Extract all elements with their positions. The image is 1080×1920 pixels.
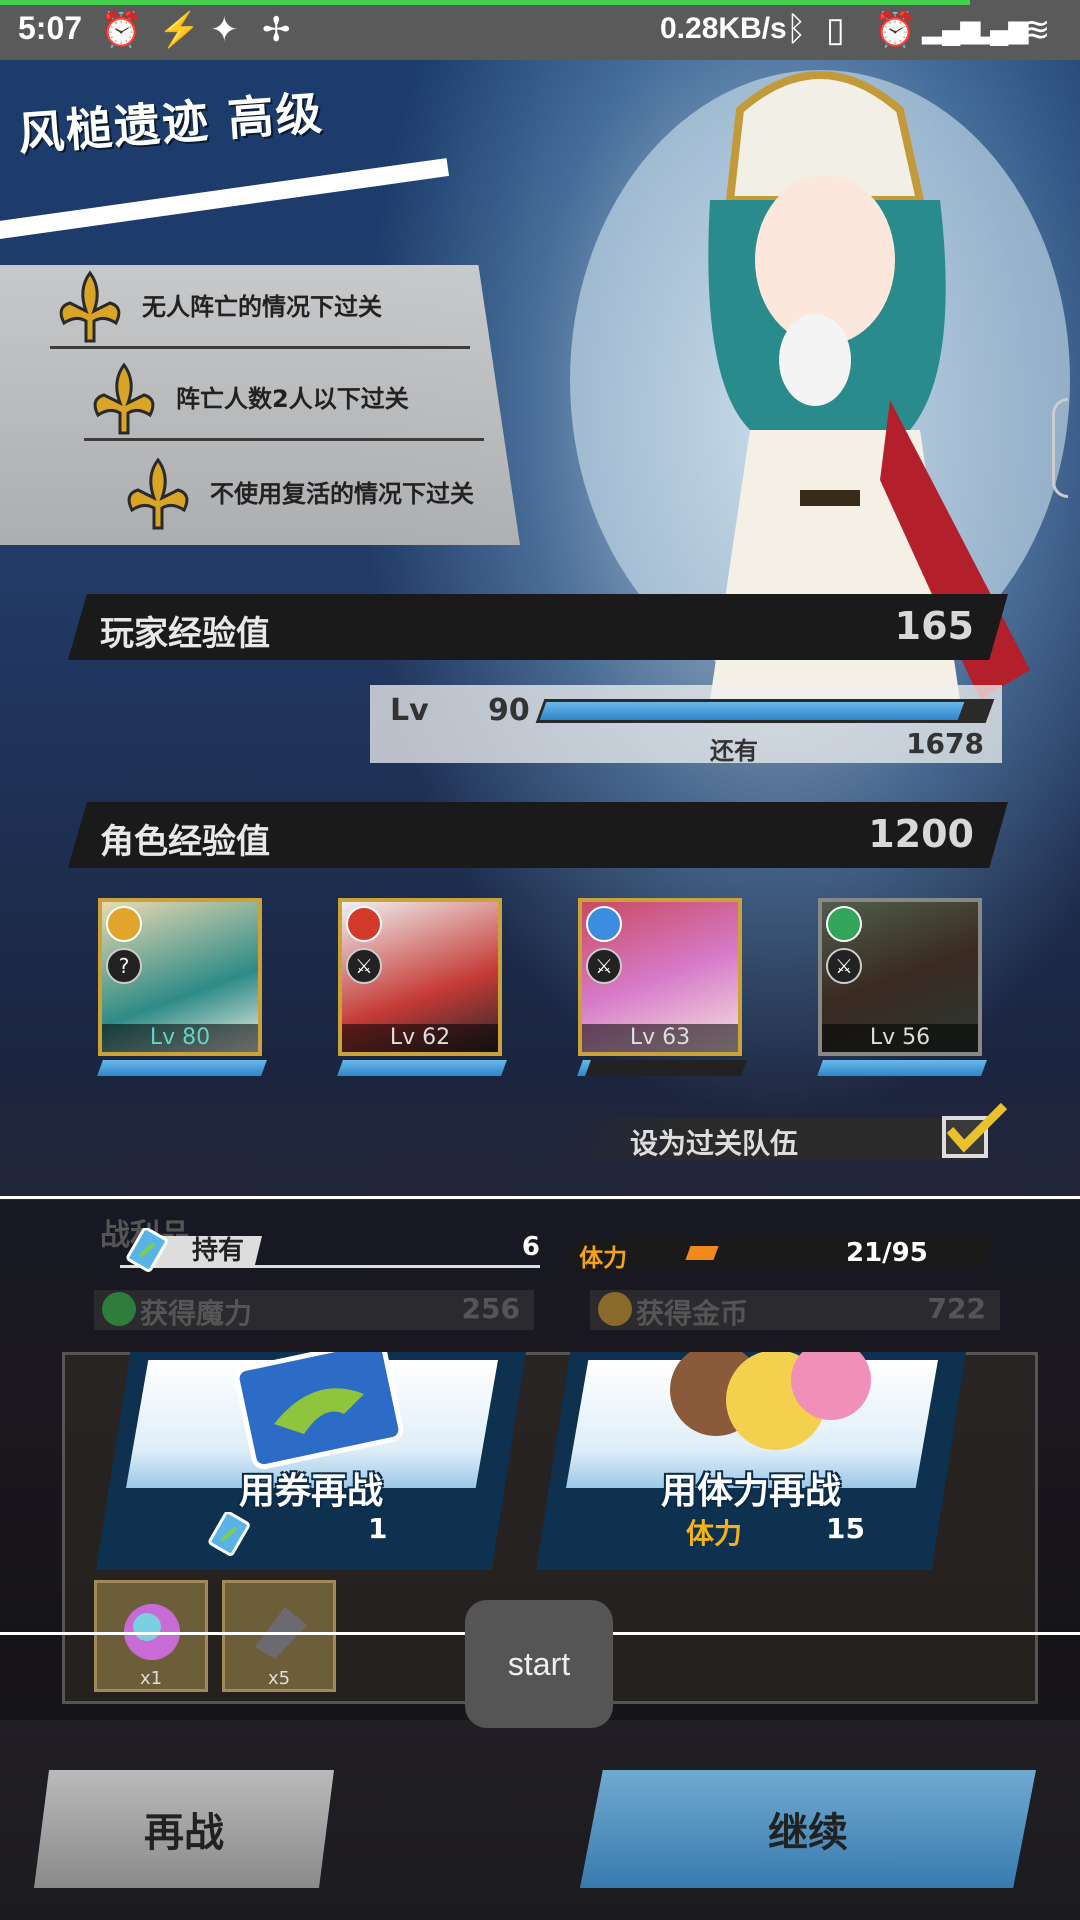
retry-with-stamina-button[interactable]: 用体力再战 体力 15 bbox=[536, 1352, 966, 1570]
dragon-ticket-icon bbox=[234, 1352, 404, 1470]
member-level: Lv 63 bbox=[582, 1024, 738, 1052]
member-exp-bar bbox=[817, 1060, 987, 1076]
member-exp-fill bbox=[97, 1060, 267, 1076]
character-exp-label: 角色经验值 bbox=[100, 822, 270, 862]
gold-coin-icon bbox=[598, 1292, 632, 1326]
retry-stamina-label: 用体力再战 bbox=[660, 1471, 841, 1512]
sword-icon: ⚔ bbox=[346, 948, 382, 984]
title-divider bbox=[0, 158, 450, 240]
water-element-icon bbox=[586, 906, 622, 942]
remaining-exp: 1678 bbox=[906, 727, 984, 760]
mission-item: 不使用复活的情况下过关 bbox=[118, 453, 520, 535]
light-element-icon bbox=[106, 906, 142, 942]
sword-icon: ⚔ bbox=[826, 948, 862, 984]
member-exp-bar bbox=[577, 1060, 747, 1076]
mission-text: 阵亡人数2人以下过关 bbox=[176, 384, 409, 413]
result-screen: 5:07 ⏰ ⚡ ✦ ✢ 0.28KB/s ᛒ ▯ ⏰ ▂▄▆ ▂▄▆ ≋ 风槌… bbox=[0, 0, 1080, 1920]
checkbox-checked-icon[interactable] bbox=[940, 1100, 1010, 1160]
member-exp-fill bbox=[577, 1060, 592, 1076]
stamina-bar: 体力 21/95 bbox=[564, 1238, 996, 1272]
set-clear-team-label: 设为过关队伍 bbox=[630, 1127, 799, 1160]
level-label: Lv bbox=[390, 693, 429, 728]
staff-icon: ? bbox=[106, 948, 142, 984]
download-progress bbox=[0, 0, 970, 5]
set-clear-team-row[interactable]: 设为过关队伍 bbox=[560, 1118, 980, 1160]
magic-orb-icon bbox=[102, 1292, 136, 1326]
network-speed: 0.28KB/s bbox=[660, 12, 787, 45]
wind-element-icon bbox=[826, 906, 862, 942]
member-exp-fill bbox=[817, 1060, 987, 1076]
clock: 5:07 bbox=[18, 10, 83, 46]
vibrate-off-icon: ▯ bbox=[826, 11, 845, 49]
magic-gain-row: 获得魔力 256 bbox=[94, 1290, 534, 1330]
loot-item[interactable]: x1 bbox=[94, 1580, 208, 1692]
sword-icon: ⚔ bbox=[586, 948, 622, 984]
mission-item: 阵亡人数2人以下过关 bbox=[84, 359, 484, 441]
ticket-icon bbox=[208, 1512, 250, 1556]
stamina-fill bbox=[685, 1246, 719, 1260]
gold-value: 722 bbox=[927, 1292, 986, 1325]
member-exp-fill bbox=[337, 1060, 507, 1076]
party-member-card[interactable]: ⚔ Lv 62 bbox=[338, 898, 502, 1056]
member-exp-bar bbox=[97, 1060, 267, 1076]
character-exp-bar: 角色经验值 1200 bbox=[68, 802, 1008, 868]
loot-item[interactable]: x5 bbox=[222, 1580, 336, 1692]
magic-value: 256 bbox=[461, 1292, 520, 1325]
alarm-icon: ⏰ bbox=[100, 11, 143, 49]
character-exp-value: 1200 bbox=[868, 812, 974, 856]
player-exp-value: 165 bbox=[894, 604, 974, 648]
alarm-icon: ⏰ bbox=[874, 11, 917, 49]
app-icon: ✦ bbox=[210, 11, 239, 49]
member-level: Lv 62 bbox=[342, 1024, 498, 1052]
retry-button[interactable]: 再战 bbox=[34, 1770, 334, 1888]
player-exp-bar: 玩家经验值 165 bbox=[68, 594, 1008, 660]
mission-panel: 无人阵亡的情况下过关 阵亡人数2人以下过关 不使用复活的情况下过关 bbox=[0, 265, 520, 545]
pink-scroll-handle[interactable] bbox=[1052, 398, 1068, 498]
ticket-held-row: 持有 6 bbox=[120, 1228, 540, 1272]
ticket-icon bbox=[126, 1228, 168, 1272]
remaining-label: 还有 bbox=[710, 737, 758, 765]
party-member-card[interactable]: ? Lv 80 bbox=[98, 898, 262, 1056]
stamina-cost-label: 体力 bbox=[686, 1517, 743, 1550]
party-member-card[interactable]: ⚔ Lv 63 bbox=[578, 898, 742, 1056]
gold-gain-row: 获得金币 722 bbox=[590, 1290, 1000, 1330]
gold-label: 获得金币 bbox=[636, 1297, 749, 1330]
mission-text: 不使用复活的情况下过关 bbox=[210, 480, 474, 508]
item-quantity: x5 bbox=[267, 1668, 291, 1689]
fire-element-icon bbox=[346, 906, 382, 942]
wifi-icon: ≋ bbox=[1022, 11, 1051, 49]
fleur-de-lis-icon bbox=[93, 361, 155, 434]
level-progress-track bbox=[535, 699, 995, 723]
stamina-label: 体力 bbox=[579, 1244, 628, 1272]
player-level: 90 bbox=[488, 693, 530, 728]
mission-text: 无人阵亡的情况下过关 bbox=[142, 292, 382, 321]
ticket-cost: 1 bbox=[368, 1512, 388, 1545]
flash-icon: ⚡ bbox=[158, 11, 201, 49]
fleur-de-lis-icon bbox=[127, 457, 189, 530]
retry-ticket-label: 用券再战 bbox=[238, 1471, 383, 1512]
player-exp-label: 玩家经验值 bbox=[100, 614, 270, 654]
member-exp-bar bbox=[337, 1060, 507, 1076]
continue-button[interactable]: 继续 bbox=[580, 1770, 1036, 1888]
bluetooth-icon: ᛒ bbox=[786, 10, 807, 48]
signal-icon: ▂▄▆ bbox=[970, 14, 1029, 44]
stamina-cost: 15 bbox=[826, 1512, 865, 1545]
member-level: Lv 56 bbox=[822, 1024, 978, 1052]
held-count: 6 bbox=[521, 1232, 540, 1262]
party-member-card[interactable]: ⚔ Lv 56 bbox=[818, 898, 982, 1056]
toast-message: start bbox=[465, 1600, 613, 1728]
pinwheel-icon: ✢ bbox=[262, 11, 291, 49]
player-level-box: Lv 90 还有 1678 bbox=[370, 685, 1002, 765]
retry-with-ticket-button[interactable]: 用券再战 1 bbox=[96, 1352, 526, 1570]
stage-title: 风槌遗迹 高级 bbox=[16, 85, 326, 161]
member-level: Lv 80 bbox=[102, 1024, 258, 1052]
overlay-divider bbox=[0, 1196, 1080, 1199]
mission-item: 无人阵亡的情况下过关 bbox=[50, 267, 470, 349]
magic-label: 获得魔力 bbox=[140, 1297, 253, 1330]
item-quantity: x1 bbox=[139, 1668, 163, 1689]
stamina-value: 21/95 bbox=[846, 1238, 928, 1268]
fleur-de-lis-icon bbox=[59, 269, 121, 342]
level-progress-fill bbox=[539, 702, 965, 720]
